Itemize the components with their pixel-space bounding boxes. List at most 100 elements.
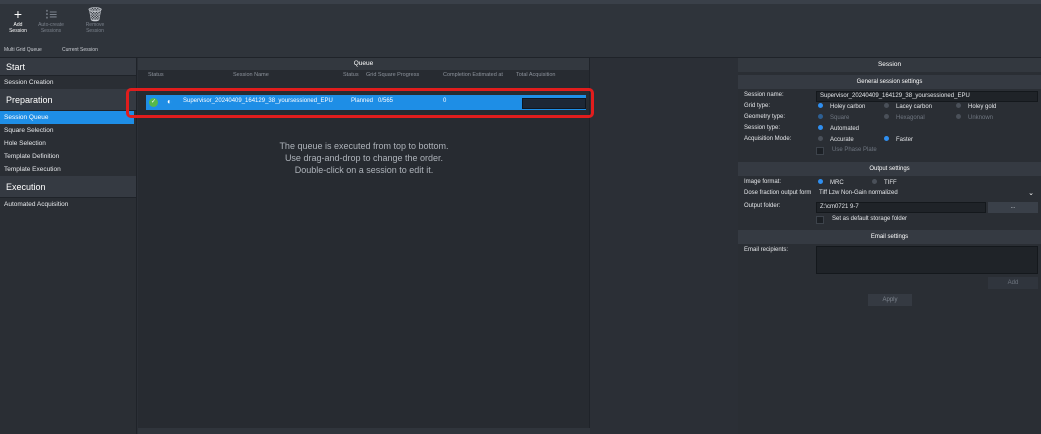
radio-selected-icon — [818, 103, 823, 108]
trash-icon: 🗑 — [86, 6, 104, 22]
email-recipients-input[interactable] — [816, 246, 1038, 274]
auto-create-sessions-button[interactable]: ⁝≡ Auto-create Sessions — [36, 6, 66, 46]
email-add-row: Add — [738, 276, 1041, 290]
phase-plate-checkbox[interactable] — [816, 147, 824, 155]
sidebar-item-template-definition[interactable]: Template Definition — [0, 150, 136, 163]
session-type-label: Session type: — [744, 125, 781, 131]
dose-fraction-value: Tiff Lzw Non-Gain normalized — [819, 190, 898, 196]
output-folder-input[interactable]: Z:\cm0721 9-7 — [816, 202, 986, 213]
email-settings-header: Email settings — [738, 230, 1041, 244]
auto-create-label-2: Sessions — [40, 28, 62, 34]
sidebar-item-automated-acquisition[interactable]: Automated Acquisition — [0, 198, 136, 211]
sidebar-section-preparation[interactable]: Preparation — [0, 89, 136, 111]
session-title: Session — [738, 58, 1041, 72]
add-session-label-2: Session — [9, 28, 27, 34]
remove-session-button[interactable]: 🗑 Remove Session — [80, 6, 110, 46]
sidebar-item-hole-selection[interactable]: Hole Selection — [0, 137, 136, 150]
column-header[interactable]: Session Name — [233, 72, 269, 78]
apply-row: Apply — [738, 293, 1041, 307]
geometry-option-square[interactable]: Square — [818, 114, 849, 121]
output-settings-header: Output settings — [738, 162, 1041, 176]
image-format-label: Image format: — [744, 179, 782, 185]
option-label: Hexagonal — [896, 115, 925, 121]
output-folder-row: Output folder: Z:\cm0721 9-7 ... — [738, 202, 1041, 213]
queue-title: Queue — [138, 58, 589, 70]
selection-highlight-annotation — [126, 88, 594, 118]
queue-hint-line: Double-click on a session to edit it. — [294, 165, 434, 175]
option-label: Automated — [830, 126, 860, 132]
sidebar-item-session-creation[interactable]: Session Creation — [0, 76, 136, 89]
radio-icon — [818, 136, 823, 141]
queue-hint-line: The queue is executed from top to bottom… — [279, 141, 449, 151]
apply-button[interactable]: Apply — [868, 294, 912, 306]
image-format-row: Image format: MRC TIFF — [738, 178, 1041, 189]
dose-fraction-select[interactable]: Tiff Lzw Non-Gain normalized ⌄ — [816, 189, 1038, 200]
toolbar-group-current-session: Current Session — [62, 47, 98, 53]
radio-icon — [872, 179, 877, 184]
session-name-input[interactable]: Supervisor_20240409_164129_38_yoursessio… — [816, 91, 1038, 102]
chevron-down-icon: ⌄ — [1028, 190, 1034, 197]
default-storage-label: Set as default storage folder — [832, 216, 908, 222]
geometry-option-hexagonal[interactable]: Hexagonal — [884, 114, 925, 121]
column-header[interactable]: Grid Square Progress — [366, 72, 419, 78]
format-option-mrc[interactable]: MRC — [818, 179, 844, 186]
browse-button[interactable]: ... — [988, 202, 1038, 213]
column-header[interactable]: Total Acquisition — [516, 72, 555, 78]
sidebar-item-template-execution[interactable]: Template Execution — [0, 163, 136, 176]
sidebar-item-square-selection[interactable]: Square Selection — [0, 124, 136, 137]
session-name-row: Session name: Supervisor_20240409_164129… — [738, 91, 1041, 102]
radio-icon — [956, 114, 961, 119]
session-type-option-automated[interactable]: Automated — [818, 125, 859, 132]
radio-selected-icon — [818, 179, 823, 184]
add-email-button[interactable]: Add — [988, 277, 1038, 289]
default-storage-checkbox[interactable] — [816, 216, 824, 224]
mode-option-accurate[interactable]: Accurate — [818, 136, 854, 143]
mode-option-faster[interactable]: Faster — [884, 136, 913, 143]
phase-plate-row: Use Phase Plate — [738, 146, 1041, 157]
column-header[interactable]: Completion Estimated at — [443, 72, 503, 78]
radio-icon — [884, 103, 889, 108]
dose-fraction-label: Dose fraction output form — [744, 190, 812, 196]
add-session-button[interactable]: + Add Session — [3, 6, 33, 46]
toolbar: + Add Session ⁝≡ Auto-create Sessions 🗑 … — [0, 0, 1041, 58]
session-panel: Session General session settings Session… — [738, 58, 1041, 434]
grid-type-option-holey-gold[interactable]: Holey gold — [956, 103, 996, 110]
option-label: Holey carbon — [830, 104, 866, 110]
radio-selected-icon — [818, 114, 823, 119]
title-strip — [0, 0, 1041, 4]
queue-column-headers: Status Session Name Status Grid Square P… — [138, 70, 590, 80]
session-name-label: Session name: — [744, 92, 784, 98]
queue-scrollbar[interactable] — [138, 428, 590, 434]
column-header[interactable]: Status — [148, 72, 164, 78]
output-folder-label: Output folder: — [744, 203, 781, 209]
general-settings-header: General session settings — [738, 75, 1041, 89]
grid-type-label: Grid type: — [744, 103, 771, 109]
remove-session-label-2: Session — [86, 28, 104, 34]
sidebar-section-execution[interactable]: Execution — [0, 176, 136, 198]
queue-hint: The queue is executed from top to bottom… — [138, 140, 590, 176]
session-type-row: Session type: Automated — [738, 124, 1041, 135]
column-header[interactable]: Status — [343, 72, 359, 78]
sidebar-item-session-queue[interactable]: Session Queue — [0, 111, 134, 124]
option-label: Faster — [896, 137, 914, 143]
auto-create-icon: ⁝≡ — [44, 6, 58, 22]
grid-type-option-lacey-carbon[interactable]: Lacey carbon — [884, 103, 932, 110]
sidebar-section-start[interactable]: Start — [0, 58, 136, 76]
option-label: Unknown — [968, 115, 994, 121]
acquisition-mode-row: Acquisition Mode: Accurate Faster — [738, 135, 1041, 146]
acquisition-mode-label: Acquisition Mode: — [744, 136, 792, 142]
geometry-option-unknown[interactable]: Unknown — [956, 114, 993, 121]
radio-selected-icon — [884, 136, 889, 141]
option-label: Lacey carbon — [896, 104, 933, 110]
option-label: MRC — [830, 180, 844, 186]
default-storage-row: Set as default storage folder — [738, 215, 1041, 226]
dose-fraction-row: Dose fraction output form Tiff Lzw Non-G… — [738, 189, 1041, 200]
geometry-type-row: Geometry type: Square Hexagonal Unknown — [738, 113, 1041, 124]
format-option-tiff[interactable]: TIFF — [872, 179, 897, 186]
email-recipients-label: Email recipients: — [744, 247, 789, 253]
email-recipients-row: Email recipients: — [738, 246, 1041, 276]
grid-type-option-holey-carbon[interactable]: Holey carbon — [818, 103, 865, 110]
option-label: Square — [830, 115, 850, 121]
radio-icon — [956, 103, 961, 108]
radio-icon — [884, 114, 889, 119]
